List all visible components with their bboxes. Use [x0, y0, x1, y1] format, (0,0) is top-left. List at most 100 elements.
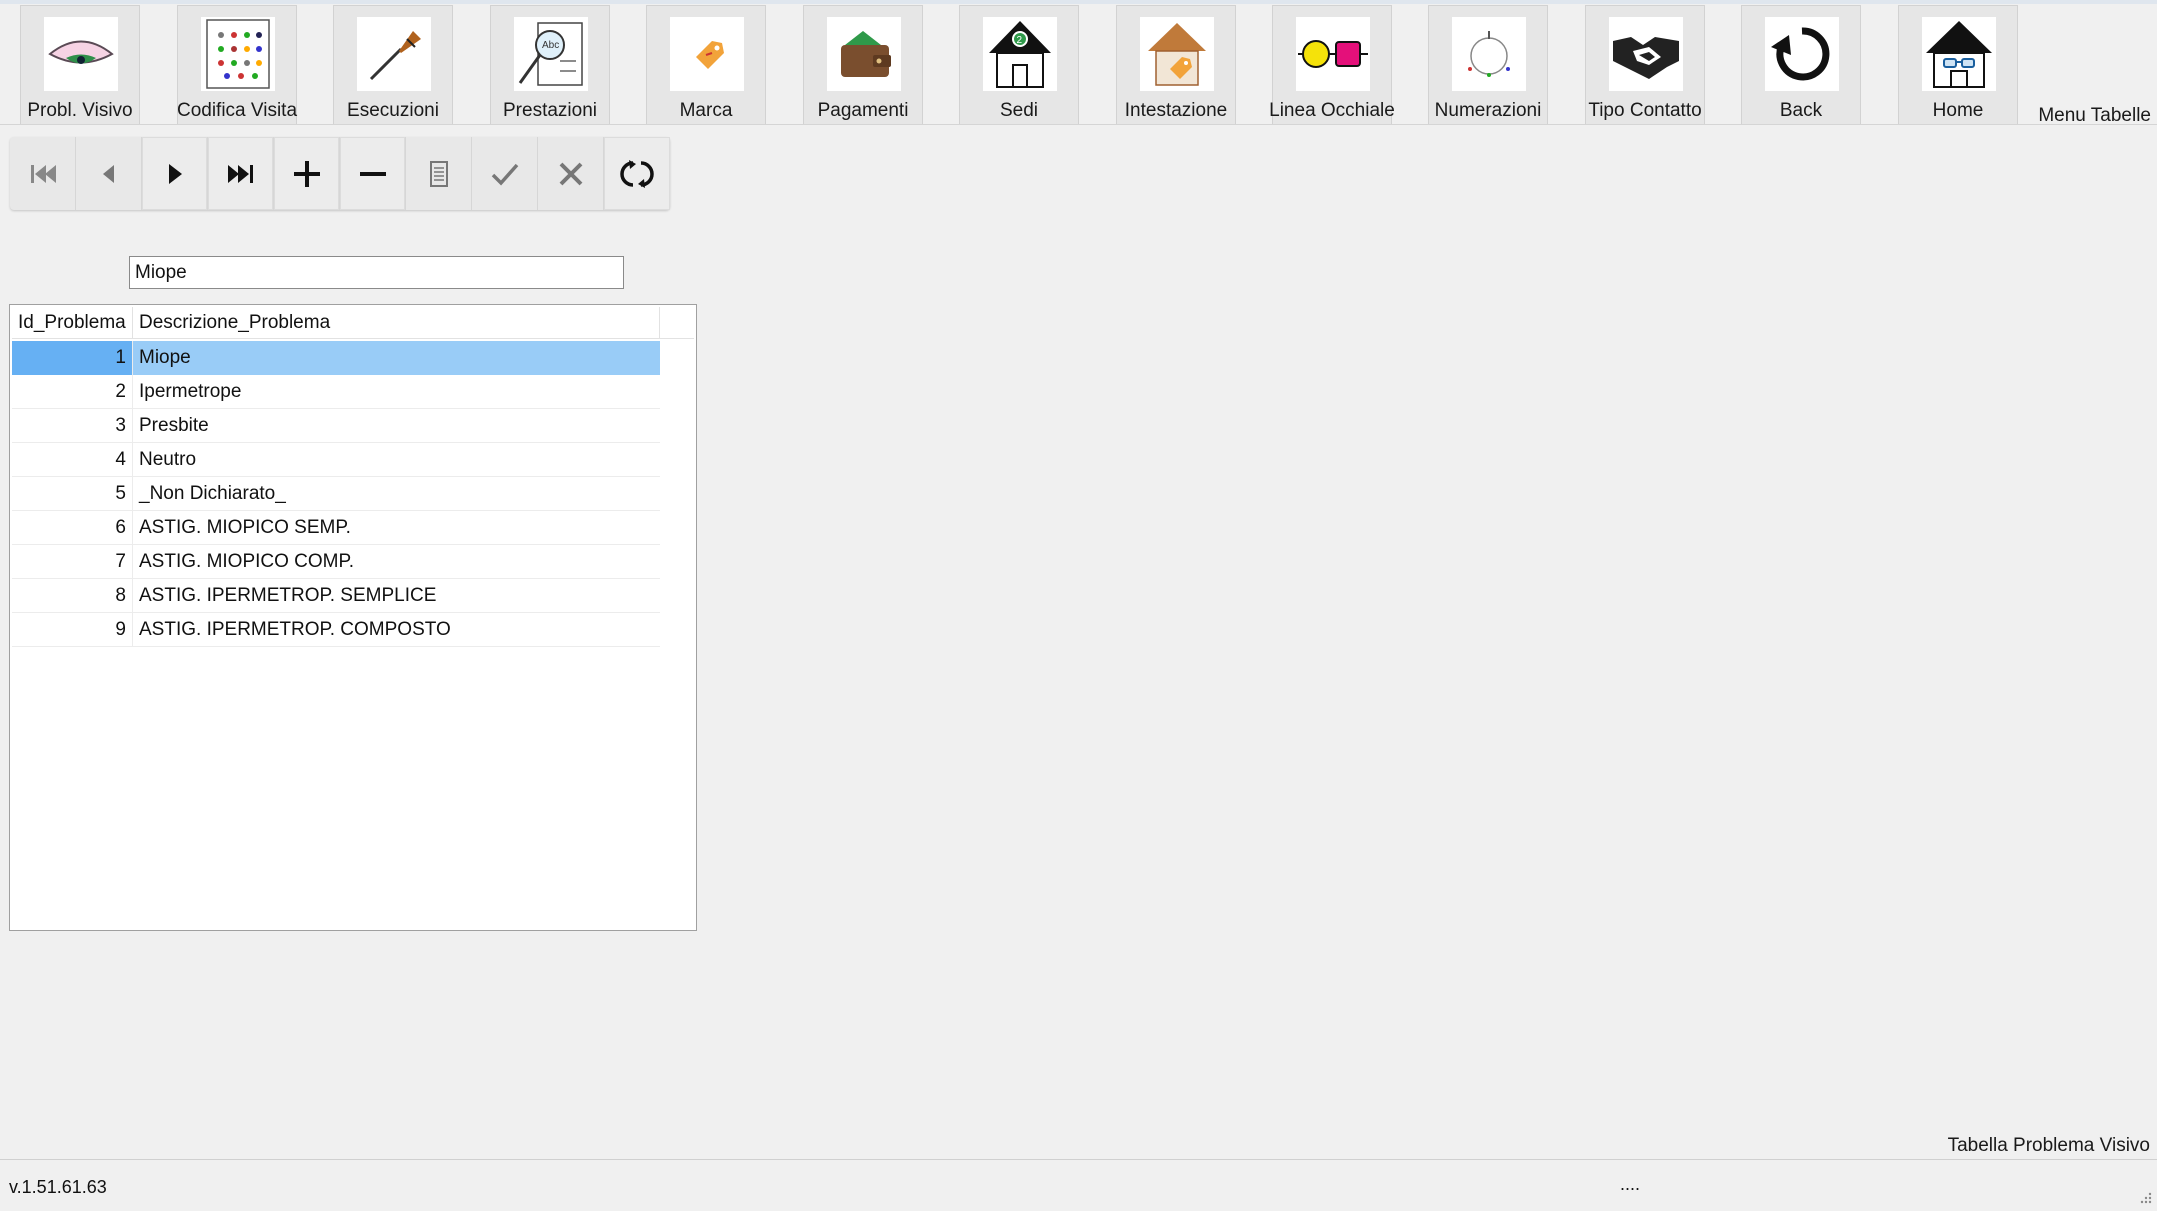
first-record-button[interactable]	[10, 137, 76, 210]
ribbon-button-prestazioni[interactable]: Abc Prestazioni	[490, 5, 610, 124]
screwdriver-icon	[357, 17, 431, 91]
last-record-icon	[227, 164, 253, 183]
ribbon-button-back[interactable]: Back	[1741, 5, 1861, 124]
table-row[interactable]: 3 Presbite	[12, 409, 660, 443]
table-row[interactable]: 5 _Non Dichiarato_	[12, 477, 660, 511]
edit-record-button[interactable]	[406, 137, 472, 210]
ribbon-button-label: Linea Occhiale	[1269, 100, 1395, 121]
ribbon-button-label: Prestazioni	[503, 100, 597, 121]
next-record-button[interactable]	[142, 137, 208, 210]
table-row[interactable]: 2 Ipermetrope	[12, 375, 660, 409]
grid-header: Id_Problema Descrizione_Problema	[12, 307, 694, 339]
house-tag-icon	[1140, 17, 1214, 91]
ribbon-button-esecuzioni[interactable]: Esecuzioni	[333, 5, 453, 124]
column-header-id-problema[interactable]: Id_Problema	[12, 307, 133, 339]
ribbon-button-label: Pagamenti	[817, 100, 909, 121]
cell-id: 9	[12, 613, 133, 647]
table-row[interactable]: 8 ASTIG. IPERMETROP. SEMPLICE	[12, 579, 660, 613]
handshake-icon	[1609, 17, 1683, 91]
ribbon-button-label: Tipo Contatto	[1588, 100, 1702, 121]
cell-descrizione: ASTIG. MIOPICO COMP.	[139, 551, 355, 572]
record-navigation-toolbar	[10, 137, 670, 210]
ribbon-button-label: Marca	[679, 100, 733, 121]
version-label: v.1.51.61.63	[9, 1177, 107, 1197]
cell-descrizione: Ipermetrope	[139, 381, 242, 402]
cell-id: 3	[12, 409, 133, 443]
back-arrow-icon	[1765, 17, 1839, 91]
cell-id: 5	[12, 477, 133, 511]
ribbon-menu: Probl. Visivo Codifica Visita Esecuzioni…	[0, 4, 2157, 126]
ribbon-button-sedi[interactable]: 2 Sedi	[959, 5, 1079, 124]
ribbon-button-home[interactable]: Home	[1898, 5, 2018, 124]
ribbon-button-numerazioni[interactable]: Numerazioni	[1428, 5, 1548, 124]
cancel-button[interactable]	[538, 137, 604, 210]
branch-house-icon: 2	[983, 17, 1057, 91]
numbering-circle-icon	[1452, 17, 1526, 91]
column-header-descrizione-problema[interactable]: Descrizione_Problema	[133, 307, 660, 339]
cell-descrizione: Presbite	[139, 415, 209, 436]
resize-grip-icon[interactable]	[2137, 1191, 2153, 1207]
cell-id: 2	[12, 375, 133, 409]
add-record-button[interactable]	[274, 137, 340, 210]
ribbon-button-marca[interactable]: Marca	[646, 5, 766, 124]
ribbon-button-label: Back	[1779, 100, 1823, 121]
menu-title: Menu Tabelle	[2038, 105, 2151, 126]
ribbon-button-label: Probl. Visivo	[27, 100, 133, 121]
delete-record-button[interactable]	[340, 137, 406, 210]
previous-record-button[interactable]	[76, 137, 142, 210]
cell-id: 7	[12, 545, 133, 579]
last-record-button[interactable]	[208, 137, 274, 210]
cell-id: 4	[12, 443, 133, 477]
cell-id: 6	[12, 511, 133, 545]
ribbon-button-probl-visivo[interactable]: Probl. Visivo	[20, 5, 140, 124]
wallet-icon	[827, 17, 901, 91]
cell-id: 8	[12, 579, 133, 613]
first-record-icon	[30, 164, 56, 183]
refresh-button[interactable]	[604, 137, 670, 210]
glasses-line-icon	[1296, 17, 1370, 91]
table-row[interactable]: 9 ASTIG. IPERMETROP. COMPOSTO	[12, 613, 660, 647]
ribbon-button-label: Numerazioni	[1434, 100, 1542, 121]
confirm-button[interactable]	[472, 137, 538, 210]
ribbon-button-label: Esecuzioni	[347, 100, 439, 121]
table-row[interactable]: 4 Neutro	[12, 443, 660, 477]
cancel-icon	[559, 162, 582, 185]
cell-descrizione: Neutro	[139, 449, 197, 470]
price-tag-icon	[670, 17, 744, 91]
eye-icon	[44, 17, 118, 91]
cell-descrizione: _Non Dichiarato_	[139, 483, 286, 504]
ribbon-button-pagamenti[interactable]: Pagamenti	[803, 5, 923, 124]
search-input[interactable]	[129, 256, 624, 289]
cell-descrizione: ASTIG. IPERMETROP. SEMPLICE	[139, 585, 437, 606]
ribbon-button-label: Sedi	[999, 100, 1039, 121]
cell-descrizione: Miope	[133, 341, 660, 375]
svg-text:Abc: Abc	[542, 40, 559, 51]
confirm-icon	[491, 163, 518, 186]
home-icon	[1922, 17, 1996, 91]
table-row[interactable]: 6 ASTIG. MIOPICO SEMP.	[12, 511, 660, 545]
ribbon-button-label: Codifica Visita	[176, 100, 298, 121]
add-record-icon	[293, 160, 320, 187]
cell-descrizione: ASTIG. IPERMETROP. COMPOSTO	[139, 619, 451, 640]
problema-visivo-grid[interactable]: Id_Problema Descrizione_Problema 1 Miope…	[9, 304, 697, 931]
svg-text:2: 2	[1017, 35, 1023, 46]
table-caption: Tabella Problema Visivo	[1947, 1135, 2150, 1156]
cell-descrizione: ASTIG. MIOPICO SEMP.	[139, 517, 351, 538]
table-row[interactable]: 1 Miope	[12, 341, 660, 375]
cell-id: 1	[12, 341, 133, 375]
edit-record-icon	[429, 160, 448, 187]
ribbon-button-codifica-visita[interactable]: Codifica Visita	[177, 5, 297, 124]
magnifier-document-icon: Abc	[514, 17, 588, 91]
ribbon-button-linea-occhiale[interactable]: Linea Occhiale	[1269, 5, 1395, 124]
previous-record-icon	[102, 164, 114, 183]
delete-record-icon	[359, 171, 386, 176]
ribbon-button-tipo-contatto[interactable]: Tipo Contatto	[1585, 5, 1705, 124]
ribbon-button-label: Home	[1932, 100, 1984, 121]
table-row[interactable]: 7 ASTIG. MIOPICO COMP.	[12, 545, 660, 579]
eye-chart-icon	[201, 17, 275, 91]
ribbon-button-intestazione[interactable]: Intestazione	[1116, 5, 1236, 124]
next-record-icon	[168, 163, 182, 184]
status-bar: v.1.51.61.63 ....	[0, 1159, 2157, 1211]
status-dots: ....	[1620, 1174, 1641, 1194]
refresh-icon	[620, 159, 654, 188]
